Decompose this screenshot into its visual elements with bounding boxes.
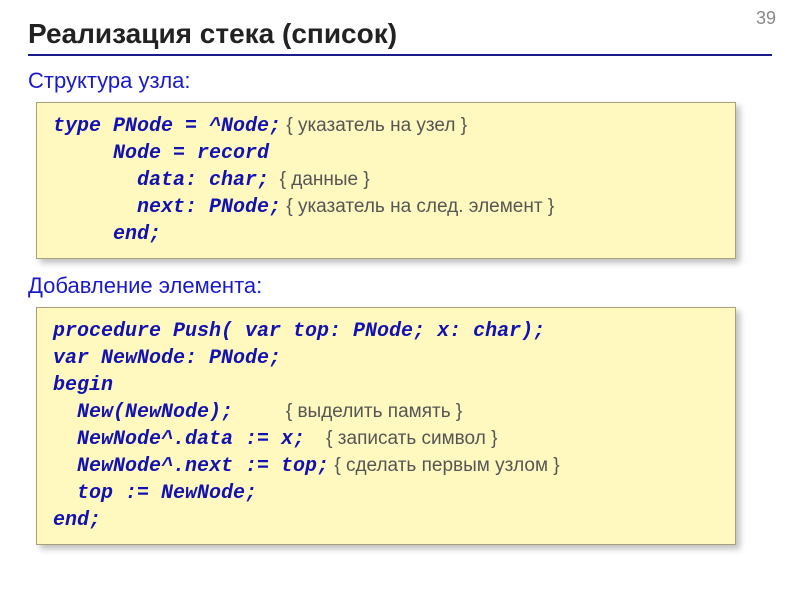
code-comment: { записать символ }: [305, 428, 497, 449]
code-line: procedure Push( var top: PNode; x: char)…: [53, 318, 719, 345]
code-kw: data: char;: [53, 169, 269, 192]
code-comment: { указатель на узел }: [281, 115, 467, 136]
code-line: NewNode^.data := x; { записать символ }: [53, 426, 719, 453]
code-kw: NewNode^.data := x;: [53, 428, 305, 451]
code-comment: { указатель на след. элемент }: [281, 196, 554, 217]
code-kw: begin: [53, 374, 113, 397]
code-line: Node = record: [53, 140, 719, 167]
code-line: end;: [53, 221, 719, 248]
page-number: 39: [756, 8, 776, 29]
code-block-push: procedure Push( var top: PNode; x: char)…: [36, 307, 736, 545]
code-kw: end;: [53, 223, 161, 246]
code-line: NewNode^.next := top; { сделать первым у…: [53, 453, 719, 480]
code-block-struct: type PNode = ^Node; { указатель на узел …: [36, 102, 736, 259]
code-kw: procedure Push( var top: PNode; x: char)…: [53, 320, 545, 343]
code-kw: end;: [53, 509, 101, 532]
code-comment: { сделать первым узлом }: [329, 455, 560, 476]
code-line: var NewNode: PNode;: [53, 345, 719, 372]
code-kw: next: PNode;: [53, 196, 281, 219]
slide: 39 Реализация стека (список) Структура у…: [0, 0, 800, 600]
code-line: New(NewNode); { выделить память }: [53, 399, 719, 426]
section-heading-add: Добавление элемента:: [28, 273, 772, 299]
code-kw: New(NewNode);: [53, 401, 233, 424]
code-line: type PNode = ^Node; { указатель на узел …: [53, 113, 719, 140]
code-line: next: PNode; { указатель на след. элемен…: [53, 194, 719, 221]
title-divider: [28, 54, 772, 56]
slide-title: Реализация стека (список): [28, 18, 772, 50]
code-kw: NewNode^.next := top;: [53, 455, 329, 478]
code-kw: type PNode = ^Node;: [53, 115, 281, 138]
code-comment: { данные }: [269, 169, 370, 190]
code-comment: { выделить память }: [233, 401, 462, 422]
code-line: data: char; { данные }: [53, 167, 719, 194]
code-kw: Node = record: [53, 142, 269, 165]
code-line: top := NewNode;: [53, 480, 719, 507]
code-kw: var NewNode: PNode;: [53, 347, 281, 370]
code-line: end;: [53, 507, 719, 534]
section-heading-struct: Структура узла:: [28, 68, 772, 94]
code-kw: top := NewNode;: [53, 482, 257, 505]
code-line: begin: [53, 372, 719, 399]
